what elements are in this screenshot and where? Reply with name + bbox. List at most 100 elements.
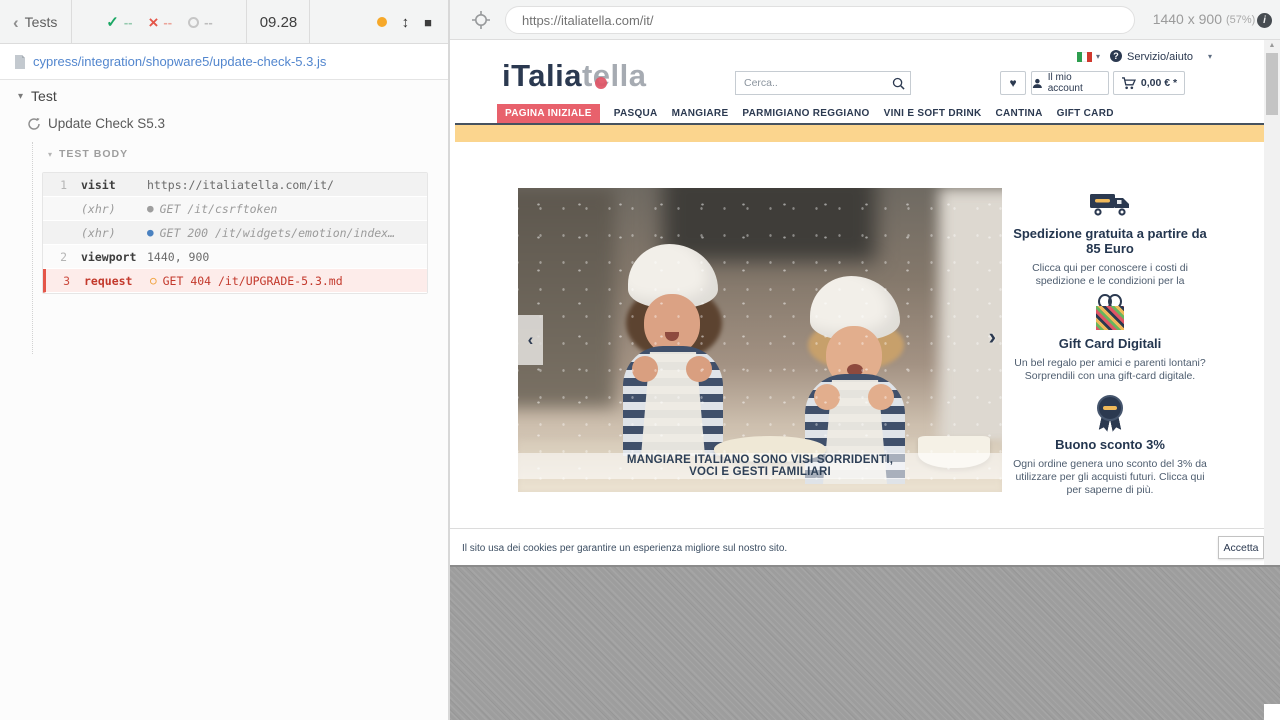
- outside-viewport-area: [450, 565, 1280, 720]
- stop-button[interactable]: ■: [424, 16, 432, 29]
- language-flag-icon[interactable]: [1077, 52, 1092, 62]
- command-message: GET /it/csrftoken: [160, 202, 278, 216]
- caret-down-small-icon: ▾: [48, 150, 52, 159]
- cart-button[interactable]: 0,00 € *: [1113, 71, 1185, 95]
- test-body-label: TEST BODY: [59, 148, 128, 160]
- passed-count: --: [124, 15, 133, 30]
- logo-part-ll-rollingpin: ll: [611, 58, 629, 93]
- feature-shipping: Spedizione gratuita a partire da 85 Euro…: [1008, 190, 1212, 288]
- nav-item-gift-card[interactable]: GIFT CARD: [1057, 108, 1114, 119]
- info-icon[interactable]: i: [1257, 13, 1272, 28]
- logo-part-t: t: [582, 58, 593, 93]
- test-body-toggle[interactable]: ▾ TEST BODY: [48, 148, 128, 160]
- cart-total: 0,00 € *: [1141, 77, 1177, 89]
- test-row[interactable]: Update Check S5.3: [27, 116, 165, 131]
- site-scrollbar[interactable]: ▲: [1264, 40, 1280, 565]
- hero-flour-speckles: [518, 188, 1002, 492]
- scrollbar-corner: [1264, 704, 1280, 720]
- medal-icon: [1008, 395, 1212, 431]
- command-row-request-failed[interactable]: 3 request ○ GET 404 /it/UPGRADE-5.3.md: [43, 269, 427, 293]
- account-label: Il mio account: [1048, 72, 1108, 94]
- command-number: 1: [43, 178, 67, 192]
- command-method: visit: [67, 178, 147, 192]
- search-box: [735, 71, 911, 95]
- selector-playground-icon[interactable]: [472, 11, 490, 29]
- carousel-next-button[interactable]: ›: [989, 324, 996, 350]
- scrollbar-up-arrow-icon[interactable]: ▲: [1264, 42, 1280, 49]
- feature-title: Spedizione gratuita a partire da 85 Euro: [1008, 226, 1212, 256]
- chevron-down-icon[interactable]: ▾: [1208, 52, 1212, 61]
- request-pending-ring-icon: ○: [150, 275, 157, 286]
- running-spinner-icon: [27, 117, 41, 131]
- scrollbar-thumb[interactable]: [1266, 53, 1278, 115]
- command-method: viewport: [67, 250, 147, 264]
- logo-part-e-tomato: e: [593, 58, 611, 93]
- command-number: 2: [43, 250, 67, 264]
- truck-icon: [1008, 190, 1212, 220]
- user-icon: [1032, 78, 1043, 89]
- nav-item-parmigiano[interactable]: PARMIGIANO REGGIANO: [742, 108, 869, 119]
- command-row-viewport[interactable]: 2 viewport 1440, 900: [43, 245, 427, 269]
- feature-gift-card: Gift Card Digitali Un bel regalo per ami…: [1008, 294, 1212, 383]
- scroll-toggle-icon[interactable]: ↕: [402, 14, 410, 31]
- runner-controls: ↕ ■: [311, 0, 450, 44]
- chevron-left-icon: ‹: [13, 14, 19, 31]
- test-title: Update Check S5.3: [48, 116, 165, 131]
- nav-item-pasqua[interactable]: PASQUA: [614, 108, 658, 119]
- cookie-message: Il sito usa dei cookies per garantire un…: [462, 543, 787, 554]
- nav-item-cantina[interactable]: CANTINA: [996, 108, 1043, 119]
- pending-circle-icon: [188, 17, 199, 28]
- aut-header: 1440 x 900 (57%) i: [450, 0, 1280, 40]
- logo-part-italia: iTalia: [502, 58, 582, 93]
- hero-caption-line1: MANGIARE ITALIANO SONO VISI SORRIDENTI,: [627, 454, 893, 466]
- xhr-pending-dot-icon: ●: [147, 203, 154, 214]
- account-button[interactable]: Il mio account: [1031, 71, 1109, 95]
- hero-caption-line2: VOCI E GESTI FAMILIARI: [689, 466, 831, 478]
- feature-body[interactable]: Un bel regalo per amici e parenti lontan…: [1008, 357, 1212, 383]
- command-row-xhr-widgets[interactable]: (xhr) ● GET 200 /it/widgets/emotion/inde…: [43, 221, 427, 245]
- back-to-tests-button[interactable]: ‹ Tests: [0, 0, 72, 44]
- timer-value: 09.28: [260, 14, 298, 31]
- carousel-prev-button[interactable]: ‹: [518, 315, 543, 365]
- stat-failed: × --: [148, 14, 172, 31]
- command-message: GET 200 /it/widgets/emotion/index…: [160, 226, 395, 240]
- feature-body[interactable]: Clicca qui per conoscere i costi di sped…: [1008, 262, 1212, 288]
- spec-file-bar: cypress/integration/shopware5/update-che…: [0, 44, 448, 80]
- command-log: 1 visit https://italiatella.com/it/ (xhr…: [42, 172, 428, 294]
- nav-item-vini[interactable]: VINI E SOFT DRINK: [884, 108, 982, 119]
- nav-item-mangiare[interactable]: MANGIARE: [672, 108, 729, 119]
- aut-url-input[interactable]: [505, 6, 1135, 34]
- chevron-down-icon[interactable]: ▾: [1096, 52, 1100, 61]
- site-logo[interactable]: iTaliatella: [502, 58, 647, 94]
- search-input[interactable]: [736, 77, 886, 89]
- feature-discount: Buono sconto 3% Ogni ordine genera uno s…: [1008, 395, 1212, 497]
- search-button[interactable]: [886, 77, 910, 90]
- cookie-accept-button[interactable]: Accetta: [1218, 536, 1264, 559]
- command-message: https://italiatella.com/it/: [147, 178, 334, 192]
- command-row-xhr-csrftoken[interactable]: (xhr) ● GET /it/csrftoken: [43, 197, 427, 221]
- hero-caption: MANGIARE ITALIANO SONO VISI SORRIDENTI, …: [518, 453, 1002, 479]
- aut-panel: 1440 x 900 (57%) i ▾ ? Servizio/aiuto ▾ …: [450, 0, 1280, 720]
- command-method: (xhr): [67, 226, 147, 240]
- test-timer: 09.28: [248, 0, 310, 44]
- wishlist-button[interactable]: ♥: [1000, 71, 1026, 95]
- test-stats: ✓ -- × -- --: [73, 0, 247, 44]
- aut-viewport: ▾ ? Servizio/aiuto ▾ iTaliatella ♥: [450, 40, 1280, 565]
- command-number: 3: [46, 274, 70, 288]
- reporter-panel: ‹ Tests ✓ -- × -- -- 09.28: [0, 0, 450, 720]
- cookie-banner: Il sito usa dei cookies per garantire un…: [450, 528, 1280, 565]
- nav-item-pagina-iniziale[interactable]: PAGINA INIZIALE: [497, 104, 600, 123]
- command-row-visit[interactable]: 1 visit https://italiatella.com/it/: [43, 173, 427, 197]
- spec-file-link[interactable]: cypress/integration/shopware5/update-che…: [33, 54, 326, 69]
- main-nav: PAGINA INIZIALE PASQUA MANGIARE PARMIGIA…: [497, 104, 1114, 122]
- suite-row[interactable]: ▾ Test: [18, 88, 57, 104]
- auto-scroll-indicator-icon[interactable]: [377, 17, 387, 27]
- cart-icon: [1121, 77, 1136, 90]
- feature-body[interactable]: Ogni ordine genera uno sconto del 3% da …: [1008, 458, 1212, 497]
- service-menu[interactable]: Servizio/aiuto: [1127, 51, 1193, 63]
- help-question-icon: ?: [1110, 50, 1122, 62]
- heart-icon: ♥: [1009, 76, 1016, 90]
- failed-count: --: [163, 15, 172, 30]
- command-method: request: [70, 274, 150, 288]
- cross-icon: ×: [148, 14, 158, 31]
